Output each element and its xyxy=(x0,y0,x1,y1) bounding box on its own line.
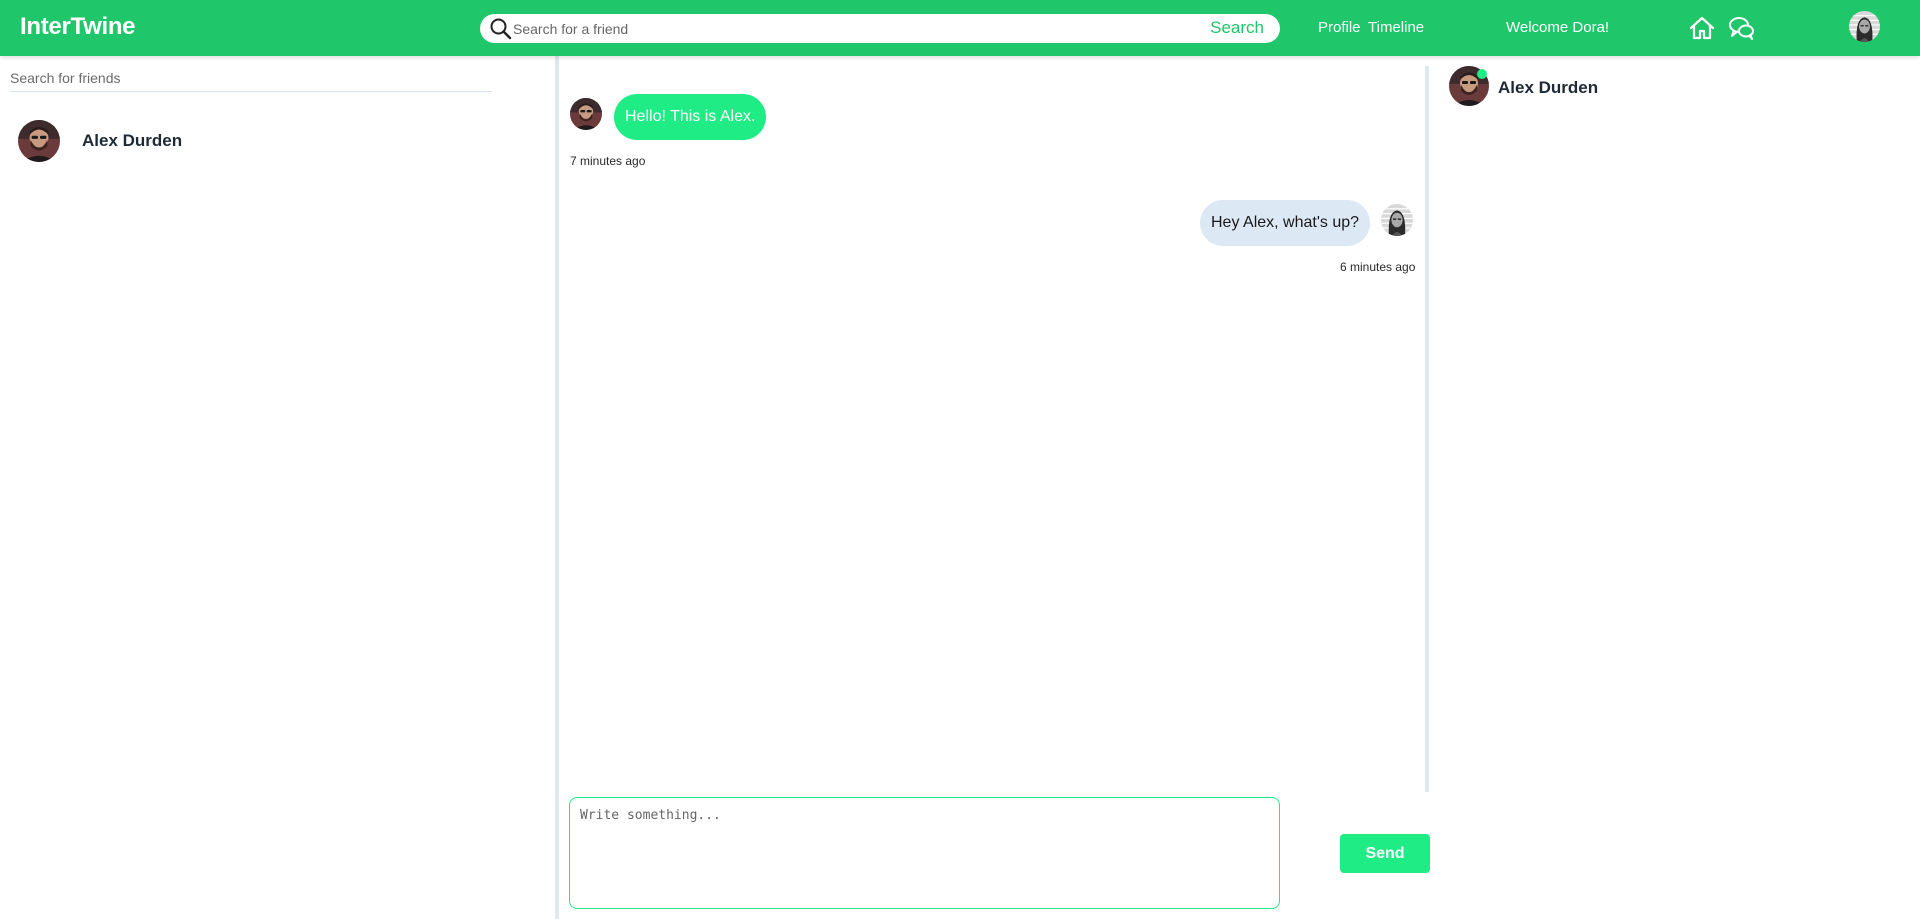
user-avatar[interactable] xyxy=(1849,11,1880,42)
friend-name: Alex Durden xyxy=(82,131,183,150)
message-timestamp: 7 minutes ago xyxy=(570,154,646,168)
friends-search-input[interactable] xyxy=(10,64,492,92)
nav-link-timeline[interactable]: Timeline xyxy=(1368,19,1424,36)
online-friend-item[interactable]: Alex Durden xyxy=(1449,66,1749,106)
nav-link-profile[interactable]: Profile xyxy=(1318,19,1361,36)
friend-message-avatar xyxy=(570,98,602,130)
outgoing-message-bubble: Hey Alex, what's up? xyxy=(1200,200,1371,246)
friends-sidebar: Alex Durden xyxy=(0,56,556,919)
message-composer[interactable] xyxy=(569,797,1280,909)
incoming-message-bubble: Hello! This is Alex. xyxy=(614,94,767,140)
my-message-avatar xyxy=(1381,204,1413,236)
friend-avatar xyxy=(18,120,60,162)
home-icon[interactable] xyxy=(1688,14,1716,42)
friend-list-item[interactable]: Alex Durden xyxy=(18,120,418,164)
online-status-dot xyxy=(1477,69,1487,79)
online-friend-name: Alex Durden xyxy=(1498,78,1599,97)
top-navbar: InterTwine Search Profile Timeline Welco… xyxy=(0,0,1920,56)
message-timestamp: 6 minutes ago xyxy=(1340,260,1416,274)
welcome-text: Welcome Dora! xyxy=(1506,19,1610,36)
search-icon xyxy=(490,18,512,40)
global-search-input[interactable] xyxy=(513,18,1153,39)
left-divider xyxy=(555,56,559,919)
chat-scrollbar[interactable] xyxy=(1425,66,1429,792)
send-button[interactable]: Send xyxy=(1340,834,1430,873)
search-button[interactable]: Search xyxy=(1210,18,1264,38)
chat-icon[interactable] xyxy=(1728,14,1756,42)
app-logo[interactable]: InterTwine xyxy=(20,13,136,41)
global-search-bar: Search xyxy=(480,14,1280,43)
